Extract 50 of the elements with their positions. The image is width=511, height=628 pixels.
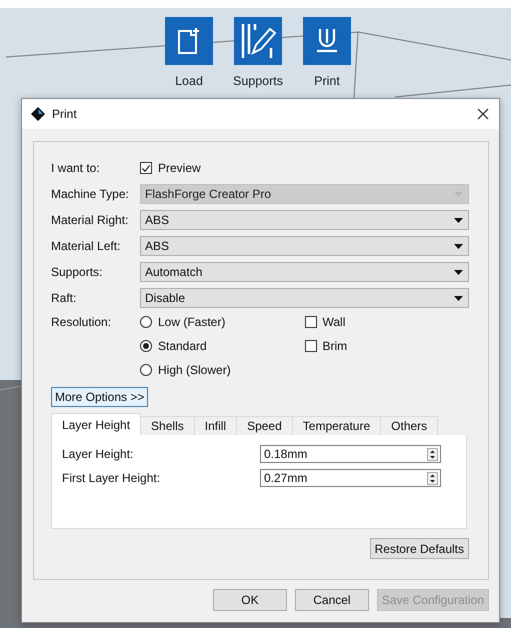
checkbox-label: Wall [322,314,346,328]
dropdown-arrow-icon[interactable] [454,270,463,274]
radio-button[interactable] [140,340,152,352]
pencil-icon[interactable] [234,17,282,65]
diamond-logo-icon [30,106,46,122]
print-icon[interactable] [303,17,351,65]
tab[interactable]: Others [380,416,438,435]
field-label: Resolution: [51,315,112,329]
tab[interactable]: Temperature [292,416,382,435]
field-label: Material Left: [51,239,122,253]
dropdown[interactable]: Automatch [140,262,469,282]
field-label: Machine Type: [51,187,130,201]
dropdown[interactable]: Disable [140,288,469,308]
dropdown[interactable]: ABS [140,236,469,256]
radio-label: High (Slower) [158,362,231,376]
dialog-button[interactable]: Cancel [294,589,369,611]
checkbox-label: Brim [322,338,348,352]
spin-arrows-icon[interactable] [427,472,438,484]
checkbox[interactable] [304,316,316,328]
field-label: First Layer Height: [62,471,160,485]
radio-label: Standard [158,338,207,352]
field-label: Layer Height: [62,447,134,461]
tab[interactable]: Speed [236,416,293,435]
checkbox-label: Preview [158,161,201,175]
field-label: Supports: [51,265,104,279]
dropdown-arrow-icon[interactable] [454,296,463,300]
toolbar-label: Load [175,74,203,88]
field-label: Material Right: [51,213,130,227]
new-file-icon[interactable] [165,17,213,65]
tab[interactable]: Layer Height [51,413,142,435]
dropdown-arrow-icon[interactable] [454,244,463,248]
toolbar-label: Print [314,74,340,88]
dialog-button[interactable]: OK [212,589,287,611]
restore-defaults-button[interactable]: Restore Defaults [370,538,469,559]
radio-button[interactable] [140,364,152,376]
field-label: Raft: [51,291,78,305]
spin-field[interactable]: 0.18mm [260,445,441,463]
dropdown-arrow-icon[interactable] [454,218,463,222]
close-icon[interactable] [477,108,489,120]
checkbox[interactable] [304,340,316,352]
spin-arrows-icon[interactable] [427,448,438,460]
checkbox[interactable] [140,162,152,174]
dropdown[interactable]: ABS [140,210,469,230]
radio-label: Low (Faster) [158,314,226,328]
spin-field[interactable]: 0.27mm [260,469,441,487]
more-options-button[interactable]: More Options >> [51,387,148,407]
window-title: Print [52,107,78,121]
toolbar-label: Supports [232,74,284,88]
field-label: I want to: [51,161,101,175]
radio-button[interactable] [140,316,152,328]
